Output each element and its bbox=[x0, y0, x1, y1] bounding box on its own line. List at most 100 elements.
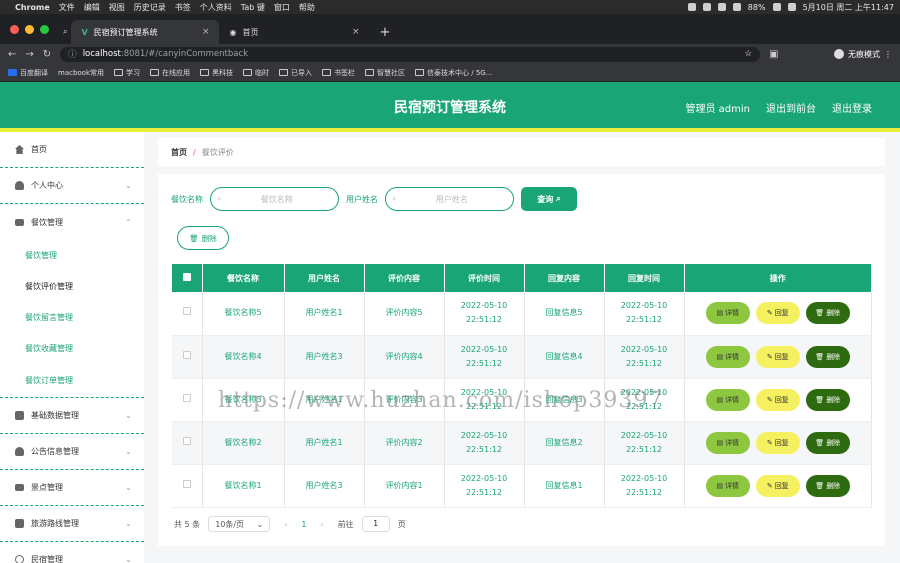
detail-button[interactable]: ▤ 详情 bbox=[705, 474, 750, 497]
forward-icon[interactable]: → bbox=[25, 49, 33, 60]
more-menu-icon[interactable]: ⋮ bbox=[884, 50, 892, 59]
app-menu[interactable]: Chrome bbox=[15, 3, 50, 12]
detail-button[interactable]: ▤ 详情 bbox=[705, 388, 750, 411]
status-icon[interactable] bbox=[702, 3, 711, 11]
goto-page-input[interactable]: 1 bbox=[361, 516, 390, 532]
tab-search-button[interactable]: ⌕ bbox=[59, 20, 71, 44]
reload-icon[interactable]: ↻ bbox=[43, 49, 51, 60]
back-to-front-link[interactable]: 退出到前台 bbox=[766, 100, 816, 115]
page-number[interactable]: 1 bbox=[301, 520, 306, 529]
row-checkbox[interactable] bbox=[182, 350, 191, 359]
sidebar-item-routes[interactable]: 旅游路线管理 ⌄ bbox=[0, 506, 144, 542]
zoom-window-button[interactable] bbox=[40, 24, 49, 34]
delete-button[interactable]: 🗑 删除 bbox=[805, 474, 850, 497]
wifi-icon[interactable] bbox=[772, 3, 781, 11]
sidebar-item-attractions[interactable]: 景点管理 ⌄ bbox=[0, 470, 144, 506]
bookmark[interactable]: 百度翻译 bbox=[8, 68, 48, 78]
bookmark-folder[interactable]: 临时 bbox=[243, 68, 269, 78]
menu-view[interactable]: 视图 bbox=[109, 2, 125, 13]
delete-button[interactable]: 🗑 删除 bbox=[805, 388, 850, 411]
delete-button[interactable]: 🗑 删除 bbox=[805, 345, 850, 368]
reply-button[interactable]: ✎ 回复 bbox=[755, 345, 800, 368]
menu-window[interactable]: 窗口 bbox=[274, 2, 290, 13]
minimize-window-button[interactable] bbox=[25, 24, 34, 34]
star-icon[interactable]: ☆ bbox=[745, 49, 753, 59]
admin-user-link[interactable]: 管理员 admin bbox=[685, 100, 750, 115]
menu-edit[interactable]: 编辑 bbox=[84, 2, 100, 13]
incognito-indicator[interactable]: 无痕模式 ⋮ bbox=[834, 49, 892, 60]
bookmark[interactable]: macbook常用 bbox=[58, 68, 104, 78]
status-icon[interactable] bbox=[732, 3, 741, 11]
bookmark-folder[interactable]: 学习 bbox=[114, 68, 140, 78]
row-checkbox[interactable] bbox=[182, 393, 191, 402]
bookmark[interactable]: 信泰技术中心 / 5G... bbox=[415, 68, 492, 78]
sidebar-subitem-messages[interactable]: 餐饮留言管理 bbox=[0, 302, 144, 333]
row-checkbox[interactable] bbox=[182, 436, 191, 445]
row-checkbox-cell[interactable] bbox=[172, 292, 203, 336]
sidebar-subitem-orders[interactable]: 餐饮订单管理 bbox=[0, 364, 144, 398]
site-info-icon[interactable]: ⓘ bbox=[68, 48, 77, 60]
sidebar-item-homestay[interactable]: 民宿管理 ⌄ bbox=[0, 542, 144, 563]
detail-button[interactable]: ▤ 详情 bbox=[705, 345, 750, 368]
reply-button[interactable]: ✎ 回复 bbox=[755, 431, 800, 454]
select-all-cell[interactable] bbox=[172, 264, 203, 292]
row-checkbox-cell[interactable] bbox=[172, 335, 203, 379]
row-checkbox-cell[interactable] bbox=[172, 378, 203, 422]
query-button[interactable]: 查询 ⌕ bbox=[521, 187, 577, 211]
delete-button[interactable]: 🗑 删除 bbox=[805, 431, 850, 454]
back-icon[interactable]: ← bbox=[8, 49, 16, 60]
sidebar-subitem-favorites[interactable]: 餐饮收藏管理 bbox=[0, 333, 144, 364]
close-tab-icon[interactable]: × bbox=[352, 27, 360, 37]
status-icon[interactable] bbox=[687, 3, 696, 11]
new-tab-button[interactable]: + bbox=[369, 20, 400, 44]
sidebar-item-basic-data[interactable]: 基础数据管理 ⌄ bbox=[0, 398, 144, 434]
tab-inactive[interactable]: ◉ 首页 × bbox=[219, 20, 369, 44]
bookmark-folder[interactable]: 黑科技 bbox=[200, 68, 233, 78]
user-name-input[interactable]: ⌕ 用户姓名 bbox=[385, 187, 514, 211]
delete-button[interactable]: 🗑 删除 bbox=[805, 302, 850, 325]
sidebar-subitem-catering[interactable]: 餐饮管理 bbox=[0, 240, 144, 271]
sidebar-item-home[interactable]: 首页 bbox=[0, 132, 144, 168]
sidebar-subitem-reviews[interactable]: 餐饮评价管理 bbox=[0, 271, 144, 302]
detail-button[interactable]: ▤ 详情 bbox=[705, 302, 750, 325]
menu-help[interactable]: 帮助 bbox=[299, 2, 315, 13]
sidebar-item-catering[interactable]: 餐饮管理 ⌃ bbox=[0, 204, 144, 240]
bookmark-label: 书签栏 bbox=[334, 68, 356, 77]
url-bar[interactable]: ⓘ localhost:8081/#/canyinCommentback ☆ bbox=[60, 46, 761, 62]
dish-name-input[interactable]: ⌕ 餐饮名称 bbox=[210, 187, 339, 211]
reply-button[interactable]: ✎ 回复 bbox=[755, 388, 800, 411]
menu-profile[interactable]: 个人资料 bbox=[200, 2, 232, 13]
row-checkbox[interactable] bbox=[182, 307, 191, 316]
row-checkbox-cell[interactable] bbox=[172, 464, 203, 508]
menu-bookmarks[interactable]: 书签 bbox=[175, 2, 191, 13]
bulk-delete-button[interactable]: 🗑 删除 bbox=[177, 226, 229, 250]
reply-button[interactable]: ✎ 回复 bbox=[755, 302, 800, 325]
prev-page-button[interactable]: ‹ bbox=[278, 520, 293, 529]
menu-history[interactable]: 历史记录 bbox=[134, 2, 166, 13]
sidebar-item-announcements[interactable]: 公告信息管理 ⌄ bbox=[0, 434, 144, 470]
row-checkbox[interactable] bbox=[182, 479, 191, 488]
sidebar-item-profile[interactable]: 个人中心 ⌄ bbox=[0, 168, 144, 204]
bookmark-folder[interactable]: 在线应用 bbox=[150, 68, 190, 78]
next-page-button[interactable]: › bbox=[314, 520, 329, 529]
bookmark-folder[interactable]: 智慧社区 bbox=[365, 68, 405, 78]
bookmark-folder[interactable]: 已导入 bbox=[279, 68, 312, 78]
sidebar-toggle-icon[interactable]: ▣ bbox=[769, 49, 778, 60]
delete-button-label: 删除 bbox=[826, 438, 841, 447]
select-all-checkbox[interactable] bbox=[182, 273, 191, 281]
tab-active[interactable]: V 民宿预订管理系统 × bbox=[71, 20, 220, 44]
logout-link[interactable]: 退出登录 bbox=[832, 100, 872, 115]
menu-file[interactable]: 文件 bbox=[59, 2, 75, 13]
menu-tab[interactable]: Tab 键 bbox=[241, 2, 265, 13]
reply-button[interactable]: ✎ 回复 bbox=[755, 474, 800, 497]
bookmark-folder[interactable]: 书签栏 bbox=[322, 68, 355, 78]
row-checkbox-cell[interactable] bbox=[172, 421, 203, 465]
page-size-select[interactable]: 10条/页 ⌄ bbox=[208, 516, 271, 532]
clock[interactable]: 5月10日 周二 上午11:47 bbox=[803, 2, 894, 13]
close-tab-icon[interactable]: × bbox=[202, 27, 210, 37]
detail-button[interactable]: ▤ 详情 bbox=[705, 431, 750, 454]
status-icon[interactable] bbox=[717, 3, 726, 11]
breadcrumb-home[interactable]: 首页 bbox=[171, 147, 187, 158]
close-window-button[interactable] bbox=[10, 24, 19, 34]
control-center-icon[interactable] bbox=[787, 3, 796, 11]
